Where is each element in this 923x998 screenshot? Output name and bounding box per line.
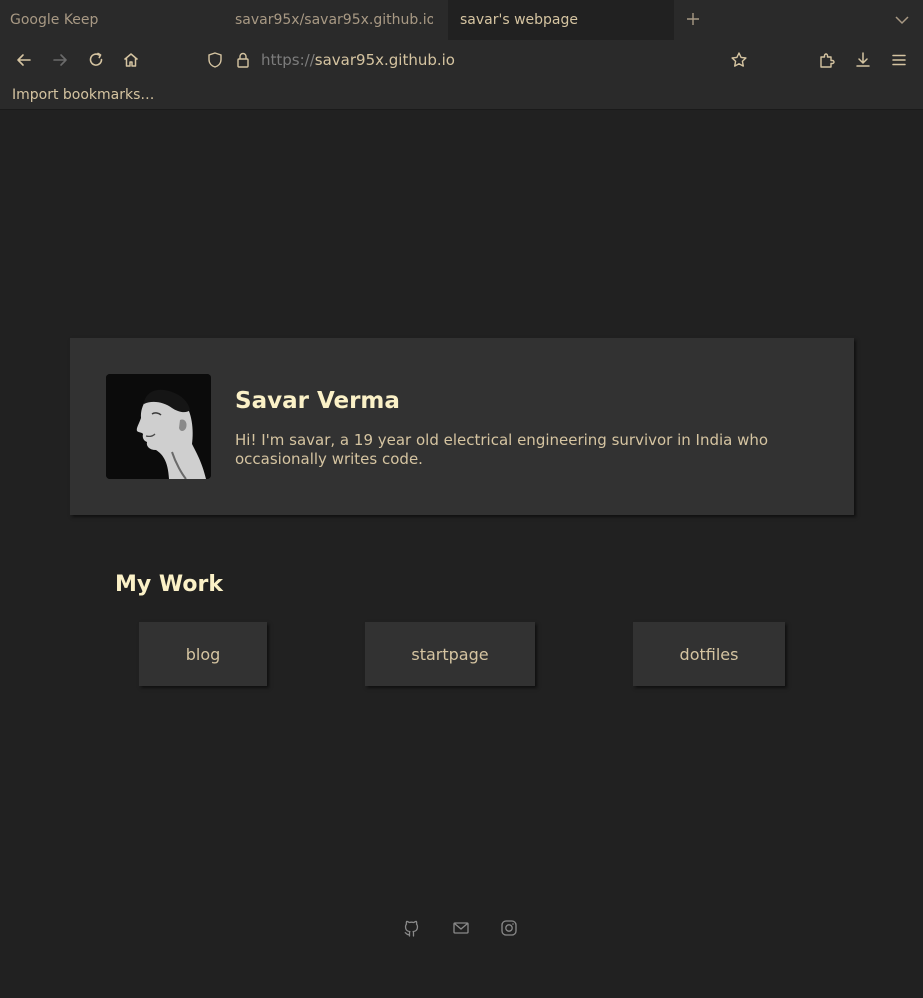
github-icon [404,920,419,937]
mail-icon [453,922,469,934]
app-menu-button[interactable] [889,50,909,70]
url-scheme: https:// [261,51,315,69]
bookmarks-toolbar: Import bookmarks… [0,81,923,110]
chevron-down-icon [895,16,909,25]
site-security-button[interactable] [233,50,253,70]
star-icon [731,52,747,67]
startpage-button[interactable]: startpage [365,622,535,686]
reload-icon [89,52,103,66]
portrait-photo [106,374,211,479]
tab-github-repo[interactable]: savar95x/savar95x.github.io: pe [235,0,433,40]
home-button[interactable] [121,50,141,70]
new-tab-button[interactable] [682,8,704,30]
my-work-heading: My Work [115,572,223,597]
tab-label: Google Keep [10,12,99,28]
lock-icon [237,52,249,68]
blog-button[interactable]: blog [139,622,267,686]
bookmark-page-button[interactable] [729,50,749,70]
navigation-toolbar [0,40,923,81]
tab-google-keep[interactable]: Google Keep [10,0,210,40]
reload-button[interactable] [86,50,106,70]
tab-label: savar's webpage [460,12,579,28]
tab-label: savar95x/savar95x.github.io: pe [235,12,433,28]
avatar [106,374,211,479]
back-button[interactable] [14,50,34,70]
url-host: savar95x.github.io [314,51,455,69]
downloads-button[interactable] [853,50,873,70]
github-link[interactable] [402,918,422,938]
tab-savars-webpage[interactable]: savar's webpage [448,0,674,40]
instagram-icon [501,920,517,936]
profile-name: Savar Verma [235,388,400,414]
hamburger-icon [892,54,906,66]
profile-bio: Hi! I'm savar, a 19 year old electrical … [235,431,769,468]
shield-icon [208,52,222,68]
url-bar[interactable]: https://savar95x.github.io [261,50,455,70]
home-icon [124,53,138,67]
download-icon [856,52,870,67]
tracking-protection-button[interactable] [205,50,225,70]
extensions-button[interactable] [817,50,837,70]
forward-button[interactable] [50,50,70,70]
puzzle-icon [820,53,835,68]
email-link[interactable] [451,918,471,938]
arrow-left-icon [17,54,31,66]
arrow-right-icon [53,54,67,66]
instagram-link[interactable] [499,918,519,938]
dotfiles-button[interactable]: dotfiles [633,622,785,686]
import-bookmarks-link[interactable]: Import bookmarks… [12,87,154,103]
profile-card: Savar Verma Hi! I'm savar, a 19 year old… [70,338,854,515]
tab-strip: Google Keep savar95x/savar95x.github.io:… [0,0,923,40]
plus-icon [687,13,699,25]
list-all-tabs-button[interactable] [892,10,912,30]
